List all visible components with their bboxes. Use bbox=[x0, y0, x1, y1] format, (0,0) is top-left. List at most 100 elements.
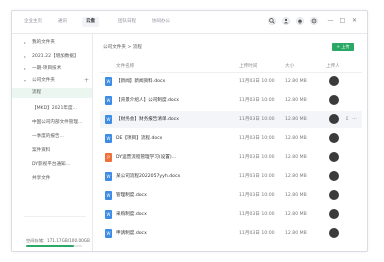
table-row[interactable]: W 【财务会】财务报告清单.docx 11月03日 10:00 12.80 MB ⇩ ⋯ bbox=[100, 111, 362, 128]
sidebar-item[interactable]: 【MKD】2021年度... bbox=[12, 104, 92, 114]
upload-date: 11月03日 10:00 bbox=[239, 231, 275, 236]
doc-file-icon: W bbox=[105, 134, 112, 143]
file-size: 12.80 MB bbox=[285, 231, 307, 236]
upload-date: 11月03日 10:00 bbox=[239, 193, 275, 198]
sidebar-item-label: 共享文件 bbox=[32, 176, 51, 181]
tab-home[interactable]: 企业主页 bbox=[20, 17, 46, 27]
upload-date: 11月03日 10:00 bbox=[239, 98, 275, 103]
app-window: 企业主页 通讯 云盘 团队日程 协同办公 — □ ✕ ▸ 我的文件夹 ▸ 2021.2… bbox=[11, 10, 368, 252]
close-button[interactable]: ✕ bbox=[351, 17, 358, 25]
user-icon[interactable] bbox=[282, 17, 290, 25]
sidebar-item[interactable]: ▾ 公司文件夹 + bbox=[12, 76, 92, 86]
storage-progress-fill bbox=[26, 245, 74, 247]
file-name: 【新闻】新闻资料.docx bbox=[116, 79, 166, 84]
file-size: 12.80 MB bbox=[285, 155, 307, 160]
chevron-down-icon[interactable]: ▾ bbox=[24, 76, 26, 86]
table-header: 文件名称 上传时间 大小 上传人 bbox=[100, 61, 362, 73]
sidebar-item-label: 公司文件夹 bbox=[32, 78, 55, 83]
breadcrumb: 公司文件夹 > 流程 bbox=[103, 45, 142, 50]
table-row[interactable]: W 某公司流程2022057yyh.docx 11月03日 10:00 12.80 M… bbox=[100, 168, 362, 185]
file-name: 【财务会】财务报告清单.docx bbox=[116, 117, 179, 122]
sidebar-item[interactable]: ▸ 我的文件夹 bbox=[12, 38, 92, 48]
sidebar-item-label: 案件资料 bbox=[32, 148, 51, 153]
sidebar-item-label: 一期-项目技术 bbox=[32, 66, 62, 71]
table-row[interactable]: W 采购制度.docx 11月03日 10:00 12.80 MB bbox=[100, 206, 362, 223]
tab-contacts[interactable]: 通讯 bbox=[54, 17, 71, 27]
column-size[interactable]: 大小 bbox=[285, 61, 294, 72]
upload-date: 11月03日 10:00 bbox=[239, 117, 275, 122]
table-row[interactable]: W DE【项目】流程.docx 11月03日 10:00 12.80 MB bbox=[100, 130, 362, 147]
column-uploader: 上传人 bbox=[326, 64, 340, 69]
avatar bbox=[329, 190, 339, 200]
minimize-button[interactable]: — bbox=[327, 17, 334, 25]
sidebar-item-label: 【MKD】2021年度... bbox=[32, 106, 77, 111]
upload-date: 11月03日 10:00 bbox=[239, 174, 275, 179]
sidebar-item-label: 流程 bbox=[32, 90, 42, 95]
doc-file-icon: W bbox=[105, 191, 112, 200]
file-size: 12.80 MB bbox=[285, 117, 307, 122]
add-folder-icon[interactable]: + bbox=[84, 76, 89, 86]
file-size: 12.80 MB bbox=[285, 193, 307, 198]
table-row[interactable]: W 【新闻】新闻资料.docx 11月03日 10:00 12.80 MB bbox=[100, 73, 362, 90]
sidebar-item[interactable]: 案件资料 bbox=[12, 146, 92, 156]
table-row[interactable]: W 申请制度.docx 11月03日 10:00 12.80 MB bbox=[100, 225, 362, 242]
doc-file-icon: W bbox=[105, 229, 112, 238]
sidebar-item-label: 2021.22【增加数据】 bbox=[32, 54, 79, 59]
doc-file-icon: W bbox=[105, 115, 112, 124]
avatar bbox=[329, 114, 339, 124]
sidebar-item[interactable]: 中国公司内部文件管理... bbox=[12, 118, 92, 128]
sidebar-item-label: DY影视平台通知... bbox=[32, 162, 71, 167]
chevron-right-icon[interactable]: ▸ bbox=[24, 52, 26, 62]
top-bar: 企业主页 通讯 云盘 团队日程 协同办公 — □ ✕ bbox=[12, 11, 367, 34]
tab-collaboration[interactable]: 协同办公 bbox=[148, 17, 174, 27]
sidebar-item[interactable]: ▸ 一期-项目技术 bbox=[12, 64, 92, 74]
storage-progress-bar bbox=[26, 245, 82, 247]
avatar bbox=[329, 209, 339, 219]
sidebar-item-label: 我的文件夹 bbox=[32, 40, 55, 45]
upload-date: 11月03日 10:00 bbox=[239, 79, 275, 84]
table-row[interactable]: W 【背景介绍人】公司制度.docx 11月03日 10:00 12.80 MB bbox=[100, 92, 362, 109]
row-actions: ⇩ ⋯ bbox=[345, 111, 357, 128]
file-size: 12.80 MB bbox=[285, 79, 307, 84]
table-row[interactable]: P DY运营流程管理学习(设置)... 11月03日 10:00 12.80 MB bbox=[100, 149, 362, 166]
upload-button[interactable]: + 上传 bbox=[332, 43, 354, 51]
file-name: 申请制度.docx bbox=[116, 231, 147, 236]
file-name: DY运营流程管理学习(设置)... bbox=[116, 155, 176, 160]
tab-cloud-drive[interactable]: 云盘 bbox=[82, 17, 99, 27]
upload-date: 11月03日 10:00 bbox=[239, 212, 275, 217]
doc-file-icon: W bbox=[105, 210, 112, 219]
download-icon[interactable]: ⇩ bbox=[345, 116, 349, 122]
file-name: 【背景介绍人】公司制度.docx bbox=[116, 98, 179, 103]
avatar bbox=[329, 76, 339, 86]
sidebar-item[interactable]: DY影视平台通知... bbox=[12, 160, 92, 170]
doc-file-icon: W bbox=[105, 172, 112, 181]
sidebar: ▸ 我的文件夹 ▸ 2021.22【增加数据】 ▸ 一期-项目技术 ▾ 公司文件夹 + 流程【MK… bbox=[12, 34, 93, 251]
search-icon[interactable] bbox=[268, 17, 276, 25]
sidebar-item[interactable]: 流程 bbox=[12, 88, 92, 98]
table-row[interactable]: W 管理制度.docx 11月03日 10:00 12.80 MB bbox=[100, 187, 362, 204]
sidebar-item[interactable]: 一季度的报告... bbox=[12, 132, 92, 142]
file-name: 某公司流程2022057yyh.docx bbox=[116, 174, 181, 179]
doc-file-icon: W bbox=[105, 96, 112, 105]
file-size: 12.80 MB bbox=[285, 212, 307, 217]
more-icon[interactable]: ⋯ bbox=[352, 116, 357, 122]
avatar bbox=[329, 228, 339, 238]
tab-schedule[interactable]: 团队日程 bbox=[114, 17, 140, 27]
column-date[interactable]: 上传时间 bbox=[239, 61, 257, 72]
avatar bbox=[329, 152, 339, 162]
file-name: DE【项目】流程.docx bbox=[116, 136, 163, 141]
column-name[interactable]: 文件名称 bbox=[116, 61, 134, 72]
sidebar-item-label: 一季度的报告... bbox=[32, 134, 64, 139]
avatar bbox=[329, 95, 339, 105]
sidebar-item[interactable]: 共享文件 bbox=[12, 174, 92, 184]
chevron-right-icon[interactable]: ▸ bbox=[24, 64, 26, 74]
sidebar-divider bbox=[24, 216, 86, 217]
sidebar-item[interactable]: ▸ 2021.22【增加数据】 bbox=[12, 52, 92, 62]
gear-icon[interactable] bbox=[310, 17, 318, 25]
file-size: 12.80 MB bbox=[285, 98, 307, 103]
maximize-button[interactable]: □ bbox=[339, 17, 346, 25]
doc-file-icon: W bbox=[105, 77, 112, 86]
file-name: 采购制度.docx bbox=[116, 212, 147, 217]
chevron-right-icon[interactable]: ▸ bbox=[24, 38, 26, 48]
bell-icon[interactable] bbox=[296, 17, 304, 25]
